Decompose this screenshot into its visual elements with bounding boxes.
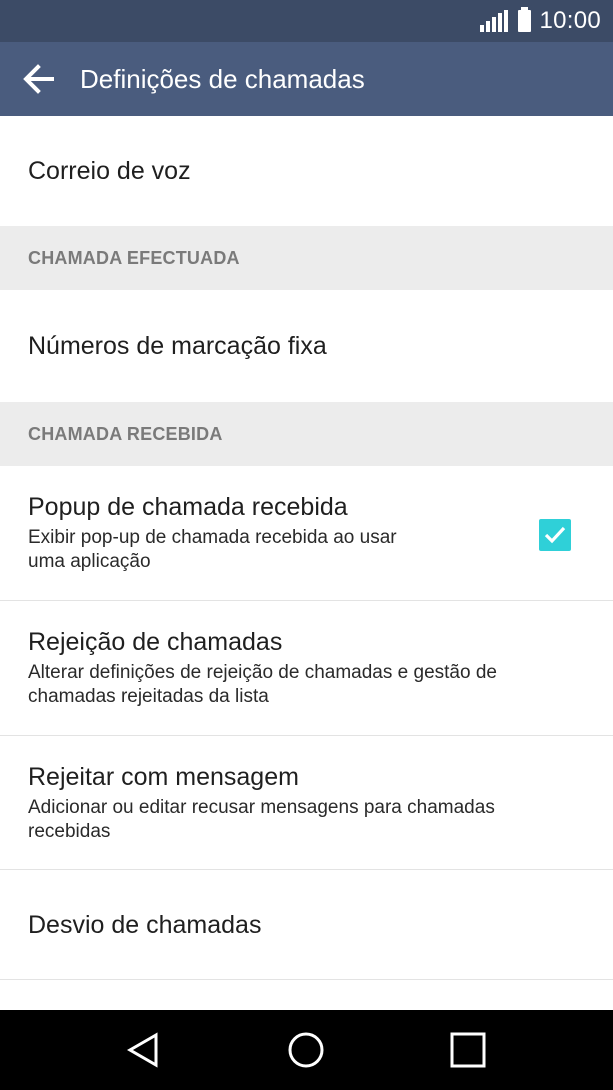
arrow-left-icon (23, 64, 54, 94)
call-settings-screen: 10:00 Definições de chamadas Correio de … (0, 0, 613, 1090)
call-rejection-summary-line1: Alterar definições de rejeição de chamad… (28, 662, 497, 683)
call-rejection-summary: Alterar definições de rejeição de chamad… (28, 661, 585, 709)
status-bar: 10:00 (0, 0, 613, 42)
list-item-call-forwarding[interactable]: Desvio de chamadas (0, 870, 613, 980)
action-bar: Definições de chamadas (0, 42, 613, 116)
section-header-incoming: CHAMADA RECEBIDA (0, 402, 613, 466)
incoming-popup-checkbox[interactable] (539, 519, 571, 551)
nav-recent-apps-button[interactable] (438, 1020, 498, 1080)
settings-list: Correio de voz CHAMADA EFECTUADA Números… (0, 116, 613, 1020)
nav-back-button[interactable] (114, 1020, 174, 1080)
reject-message-summary-line2: recebidas (28, 820, 111, 842)
checkmark-icon (544, 526, 566, 544)
list-item-incoming-popup[interactable]: Popup de chamada recebida Exibir pop-up … (0, 466, 613, 601)
incoming-popup-summary: Exibir pop-up de chamada recebida ao usa… (28, 526, 585, 574)
status-icons: 10:00 (480, 0, 601, 42)
page-title: Definições de chamadas (80, 63, 365, 94)
section-header-outgoing: CHAMADA EFECTUADA (0, 226, 613, 290)
call-rejection-title: Rejeição de chamadas (28, 628, 283, 656)
call-forwarding-title: Desvio de chamadas (28, 910, 262, 939)
battery-icon (518, 7, 532, 32)
incoming-popup-title: Popup de chamada recebida (28, 493, 348, 521)
list-item-call-rejection[interactable]: Rejeição de chamadas Alterar definições … (0, 601, 613, 736)
nav-back-icon (126, 1032, 158, 1068)
incoming-popup-summary-line2: uma aplicação (28, 551, 151, 572)
signal-icon (480, 10, 509, 32)
reject-message-summary-line1: Adicionar ou editar recusar mensagens pa… (28, 796, 495, 818)
reject-message-title: Rejeitar com mensagem (28, 762, 299, 791)
voicemail-title: Correio de voz (28, 157, 191, 185)
list-item-reject-with-message[interactable]: Rejeitar com mensagem Adicionar ou edita… (0, 736, 613, 870)
list-item-voicemail[interactable]: Correio de voz (0, 116, 613, 226)
incoming-popup-summary-line1: Exibir pop-up de chamada recebida ao usa… (28, 527, 397, 548)
nav-recent-apps-icon (450, 1032, 486, 1068)
reject-message-summary: Adicionar ou editar recusar mensagens pa… (28, 796, 585, 844)
fixed-dialing-title: Números de marcação fixa (28, 332, 327, 360)
back-button[interactable] (0, 42, 78, 116)
list-item-fixed-dialing[interactable]: Números de marcação fixa (0, 290, 613, 402)
nav-home-button[interactable] (276, 1020, 336, 1080)
call-rejection-summary-line2: chamadas rejeitadas da lista (28, 686, 269, 707)
status-clock: 10:00 (539, 7, 601, 34)
nav-home-icon (288, 1032, 324, 1068)
navigation-bar (0, 1010, 613, 1090)
